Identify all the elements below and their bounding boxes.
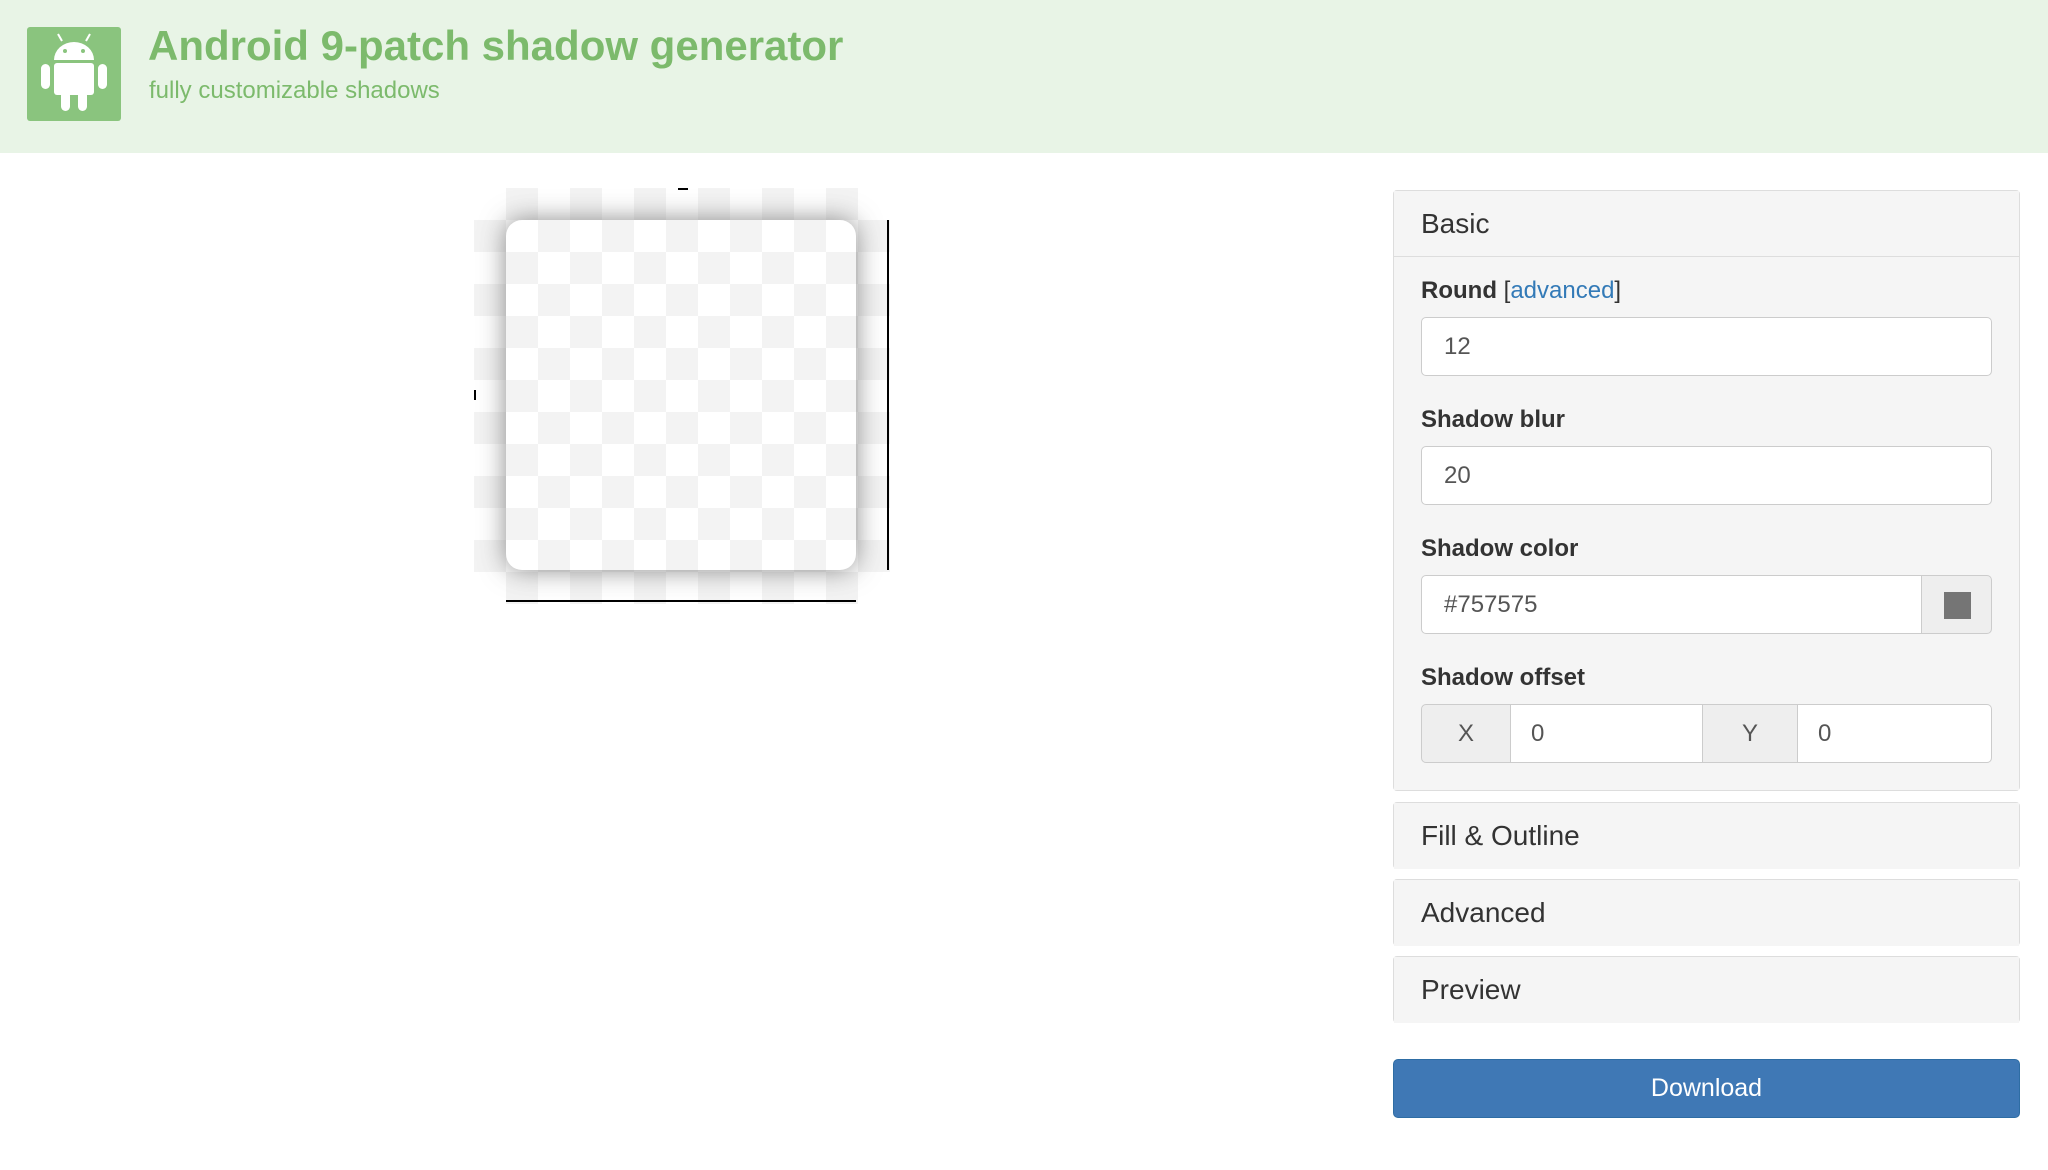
shadow-offset-group: X 0 Y 0 <box>1421 704 1992 763</box>
fill-outline-heading[interactable]: Fill & Outline <box>1394 803 2019 869</box>
shadow-blur-input[interactable]: 20 <box>1421 446 1992 505</box>
patch-marker-top <box>678 188 688 190</box>
advanced-panel[interactable]: Advanced <box>1393 879 2020 946</box>
preview-panel[interactable]: Preview <box>1393 956 2020 1023</box>
basic-panel-body: Round [advanced] 12 Shadow blur 20 Shado… <box>1394 257 2019 790</box>
shadow-color-input[interactable]: #757575 <box>1421 575 1922 634</box>
round-label: Round [advanced] <box>1421 277 1621 305</box>
basic-panel: Basic Round [advanced] 12 Shadow blur 20… <box>1393 190 2020 791</box>
color-picker-button[interactable] <box>1921 575 1992 634</box>
advanced-heading[interactable]: Advanced <box>1394 880 2019 946</box>
page-title: Android 9-patch shadow generator <box>148 22 844 69</box>
shadow-offset-label: Shadow offset <box>1421 664 1586 691</box>
patch-marker-left <box>474 390 476 400</box>
offset-x-input[interactable]: 0 <box>1510 704 1703 763</box>
shadow-color-group: #757575 <box>1421 575 1992 634</box>
round-label-text: Round <box>1421 277 1497 304</box>
nine-patch-preview <box>474 188 890 604</box>
offset-y-input[interactable]: 0 <box>1797 704 1992 763</box>
bracket-close: ] <box>1614 277 1622 304</box>
preview-heading[interactable]: Preview <box>1394 957 2019 1023</box>
basic-panel-heading[interactable]: Basic <box>1394 191 2019 257</box>
advanced-round-link[interactable]: advanced <box>1510 277 1614 304</box>
patch-marker-bottom <box>506 600 856 602</box>
app-header: Android 9-patch shadow generator fully c… <box>0 0 2048 153</box>
fill-outline-panel[interactable]: Fill & Outline <box>1393 802 2020 869</box>
shadow-color-label: Shadow color <box>1421 535 1579 562</box>
round-input[interactable]: 12 <box>1421 317 1992 376</box>
offset-x-addon: X <box>1421 704 1511 763</box>
page-subtitle: fully customizable shadows <box>149 77 440 104</box>
patch-marker-right <box>887 220 889 570</box>
android-logo-icon <box>27 27 121 121</box>
shadow-blur-label: Shadow blur <box>1421 406 1565 433</box>
color-swatch-icon <box>1944 592 1971 619</box>
shadow-preview-box <box>506 220 856 570</box>
offset-y-addon: Y <box>1702 704 1798 763</box>
download-button[interactable]: Download <box>1393 1059 2020 1118</box>
